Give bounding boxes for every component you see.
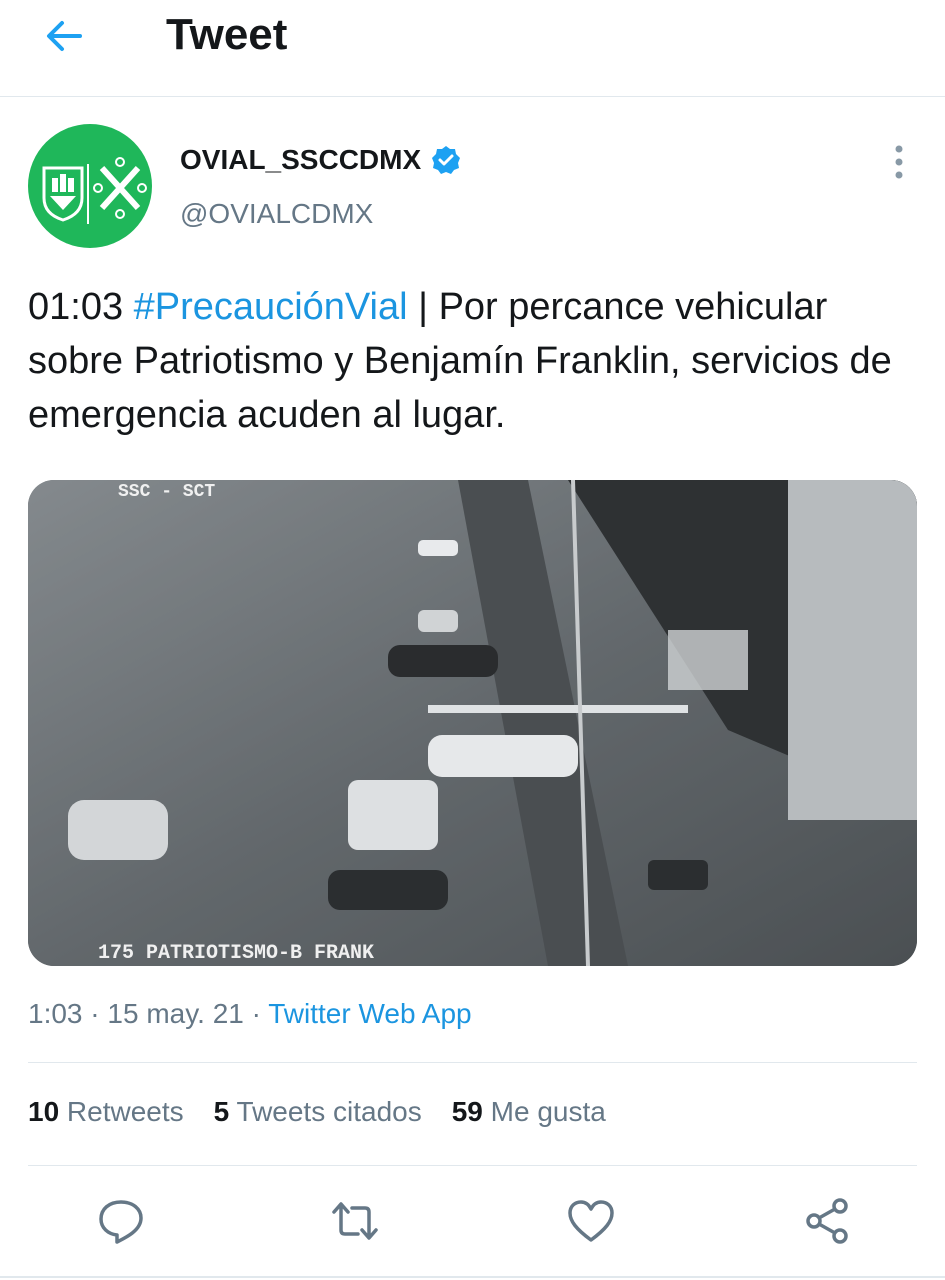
camera-overlay-top: SSC - SCT — [118, 482, 215, 502]
avatar[interactable] — [28, 124, 152, 248]
share-button[interactable] — [802, 1196, 852, 1246]
hashtag-link[interactable]: #PrecauciónVial — [134, 286, 408, 328]
tweet-time[interactable]: 1:03 — [28, 998, 83, 1029]
verified-badge-icon — [432, 146, 461, 174]
traffic-camera-image: SSC - SCT 175 PATRIOTISMO-B FRANK — [28, 480, 917, 966]
quotes-count: 5 — [213, 1096, 230, 1127]
divider — [28, 1165, 917, 1166]
likes-label: Me gusta — [482, 1096, 606, 1127]
tweet-stats: 10 Retweets 5 Tweets citados 59 Me gusta — [28, 1096, 636, 1128]
back-button[interactable] — [40, 12, 88, 60]
like-button[interactable] — [566, 1196, 616, 1246]
retweets-stat[interactable]: 10 Retweets — [28, 1096, 184, 1128]
quotes-stat[interactable]: 5 Tweets citados — [214, 1096, 422, 1128]
reply-button[interactable] — [96, 1196, 146, 1246]
more-vertical-icon — [895, 145, 903, 179]
author-handle[interactable]: @OVIALCDMX — [180, 198, 373, 230]
reply-icon — [99, 1200, 143, 1244]
meta-separator: · — [243, 998, 269, 1029]
tweet-meta: 1:03 · 15 may. 21 · Twitter Web App — [28, 998, 472, 1030]
retweets-count: 10 — [28, 1096, 60, 1127]
bottom-divider — [0, 1276, 945, 1278]
ssc-logo-icon — [42, 157, 147, 224]
tweet-date[interactable]: 15 may. 21 — [107, 998, 243, 1029]
tweet-source-link[interactable]: Twitter Web App — [268, 998, 471, 1029]
meta-separator: · — [82, 998, 108, 1029]
page-title: Tweet — [166, 10, 288, 59]
tweet-text: 01:03 #PrecauciónVial | Por percance veh… — [28, 280, 918, 442]
retweets-label: Retweets — [59, 1096, 184, 1127]
retweet-button[interactable] — [330, 1196, 380, 1246]
share-icon — [806, 1198, 848, 1244]
arrow-left-icon — [47, 21, 82, 51]
author-name-row[interactable]: OVIAL_SSCCDMX — [180, 144, 461, 176]
retweet-icon — [332, 1202, 378, 1240]
likes-count: 59 — [451, 1096, 483, 1127]
author-name[interactable]: OVIAL_SSCCDMX — [180, 144, 421, 176]
more-options-button[interactable] — [884, 140, 914, 184]
camera-overlay-bottom: 175 PATRIOTISMO-B FRANK — [98, 942, 374, 965]
tweet-media-image[interactable]: SSC - SCT 175 PATRIOTISMO-B FRANK — [28, 480, 917, 966]
top-bar: Tweet — [0, 0, 945, 97]
quotes-label: Tweets citados — [229, 1096, 422, 1127]
likes-stat[interactable]: 59 Me gusta — [452, 1096, 606, 1128]
divider — [28, 1062, 917, 1063]
tweet-time-prefix: 01:03 — [28, 286, 134, 328]
like-icon — [568, 1200, 614, 1242]
